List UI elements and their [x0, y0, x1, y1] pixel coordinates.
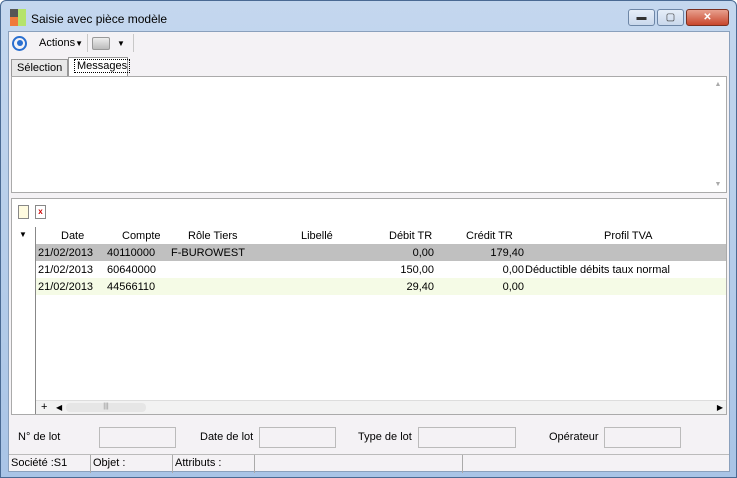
actions-menu[interactable]: Actions▼ [39, 37, 83, 49]
column-header-profil-tva[interactable]: Profil TVA [604, 230, 653, 242]
table-row[interactable]: 21/02/2013 60640000 150,00 0,00 Déductible d… [36, 261, 726, 278]
cell-compte[interactable]: 44566110 [107, 281, 155, 293]
messages-panel: ▲ ▼ [11, 76, 727, 193]
chevron-down-icon[interactable]: ▼ [19, 230, 27, 239]
window-body: Actions▼ ▼ Sélection Messages ▲ ▼ x ▼ Dat… [8, 31, 730, 473]
print-icon[interactable] [92, 36, 110, 50]
cell-role[interactable]: F-BUROWEST [171, 247, 245, 259]
lot-date-label: Date de lot [200, 431, 254, 443]
window: Saisie avec pièce modèle ▬ ▢ ✕ Actions▼ … [0, 0, 737, 478]
new-document-icon[interactable] [18, 205, 29, 219]
status-bar: Société :S1 Objet : Attributs : [9, 454, 729, 473]
cell-debit[interactable]: 150,00 [346, 264, 434, 276]
toolbar: Actions▼ ▼ [9, 32, 729, 54]
separator [132, 34, 134, 52]
status-panel [255, 455, 463, 473]
table-row[interactable]: 21/02/2013 40110000 F-BUROWEST 0,00 179,40 [36, 244, 726, 261]
column-header-libelle[interactable]: Libellé [301, 230, 333, 242]
status-societe: Société :S1 [9, 455, 91, 473]
scroll-right-icon[interactable]: ▶ [717, 403, 723, 412]
separator [87, 34, 88, 52]
maximize-button[interactable]: ▢ [657, 9, 684, 26]
cell-date[interactable]: 21/02/2013 [38, 247, 93, 259]
delete-document-icon[interactable]: x [35, 205, 46, 219]
cell-debit[interactable]: 0,00 [346, 247, 434, 259]
operator-label: Opérateur [549, 431, 599, 443]
tab-selection[interactable]: Sélection [11, 59, 68, 76]
resize-grip[interactable] [463, 455, 729, 473]
lot-type-field[interactable] [418, 427, 516, 448]
table-row[interactable]: 21/02/2013 44566110 29,40 0,00 [36, 278, 726, 295]
chevron-down-icon: ▼ [75, 39, 83, 48]
cell-debit[interactable]: 29,40 [346, 281, 434, 293]
cell-credit[interactable]: 179,40 [426, 247, 524, 259]
column-header-date[interactable]: Date [61, 230, 84, 242]
lot-number-label: N° de lot [18, 431, 61, 443]
cell-credit[interactable]: 0,00 [426, 281, 524, 293]
tab-messages[interactable]: Messages [68, 57, 131, 76]
chevron-down-icon[interactable]: ▼ [117, 39, 125, 48]
status-objet: Objet : [91, 455, 173, 473]
add-icon[interactable]: + [41, 401, 47, 413]
lot-date-field[interactable] [259, 427, 336, 448]
lot-number-field[interactable] [99, 427, 176, 448]
column-header-role-tiers[interactable]: Rôle Tiers [188, 230, 238, 242]
column-header-credit[interactable]: Crédit TR [466, 230, 513, 242]
lot-type-label: Type de lot [358, 431, 412, 443]
row-header: ▼ [12, 227, 36, 414]
cell-profil[interactable]: Déductible débits taux normal [525, 264, 670, 276]
cell-date[interactable]: 21/02/2013 [38, 281, 93, 293]
target-icon[interactable] [12, 35, 27, 51]
scroll-left-icon[interactable]: ◀ [56, 403, 62, 412]
horizontal-scrollbar[interactable]: + ◀ ||| ▶ [36, 400, 726, 414]
vertical-scrollbar[interactable]: ▲ ▼ [710, 77, 726, 192]
window-title: Saisie avec pièce modèle [31, 12, 168, 26]
column-header-compte[interactable]: Compte [122, 230, 161, 242]
cell-credit[interactable]: 0,00 [426, 264, 524, 276]
close-button[interactable]: ✕ [686, 9, 729, 26]
cell-date[interactable]: 21/02/2013 [38, 264, 93, 276]
minimize-button[interactable]: ▬ [628, 9, 655, 26]
app-icon [10, 9, 26, 26]
column-header-debit[interactable]: Débit TR [389, 230, 432, 242]
grid-header: Date Compte Rôle Tiers Libellé Débit TR … [36, 227, 726, 244]
operator-field[interactable] [604, 427, 681, 448]
scroll-thumb[interactable]: ||| [66, 403, 146, 412]
entries-grid: x ▼ Date Compte Rôle Tiers Libellé Débit… [11, 198, 727, 415]
status-attributs: Attributs : [173, 455, 255, 473]
cell-compte[interactable]: 40110000 [107, 247, 155, 259]
cell-compte[interactable]: 60640000 [107, 264, 156, 276]
